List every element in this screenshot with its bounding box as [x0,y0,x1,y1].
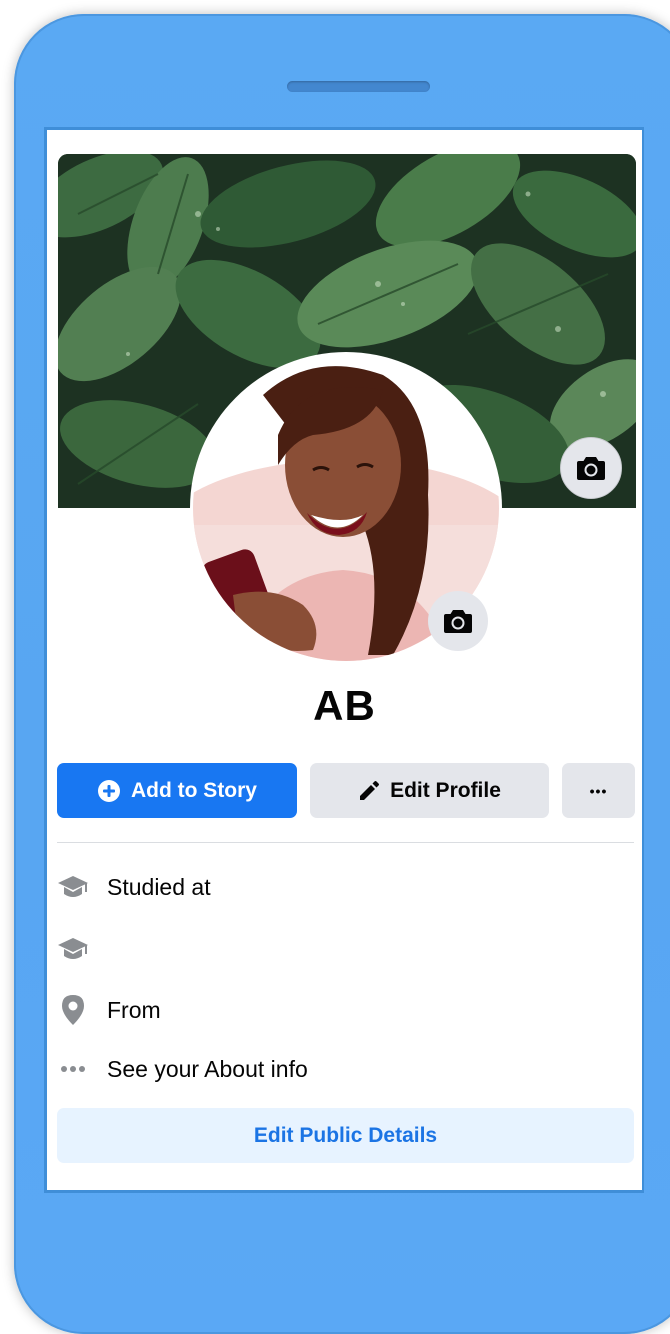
edit-public-details-button[interactable]: Edit Public Details [57,1108,634,1163]
edit-profile-button[interactable]: Edit Profile [310,763,549,818]
see-about-label: See your About info [107,1055,308,1082]
plus-circle-icon [98,779,120,802]
phone-screen: AB Add to Story Edit Profile ••• Studied… [44,127,644,1193]
pencil-icon [360,780,380,800]
from-row[interactable]: From [57,990,634,1030]
profile-name: AB [313,682,376,729]
graduation-cap-icon [57,871,89,903]
phone-speaker [287,81,430,92]
edit-public-details-label: Edit Public Details [253,1123,438,1147]
education-row[interactable] [57,929,634,969]
see-about-row[interactable]: See your About info [57,1049,634,1089]
more-options-label: ••• [589,782,608,799]
more-options-button[interactable]: ••• [562,763,635,818]
graduation-cap-icon [57,933,89,965]
studied-at-row[interactable]: Studied at [57,867,634,907]
section-divider [57,842,634,843]
from-label: From [107,996,161,1023]
studied-at-label: Studied at [107,873,211,900]
edit-profile-label: Edit Profile [390,778,501,802]
profile-camera-button[interactable] [428,591,488,651]
camera-icon [577,457,605,480]
camera-icon [444,610,472,633]
add-to-story-button[interactable]: Add to Story [57,763,297,818]
location-pin-icon [57,994,89,1026]
add-to-story-label: Add to Story [131,778,257,802]
cover-camera-button[interactable] [560,437,622,499]
profile-page: AB Add to Story Edit Profile ••• Studied… [47,130,642,1190]
dots-icon [57,1053,89,1085]
